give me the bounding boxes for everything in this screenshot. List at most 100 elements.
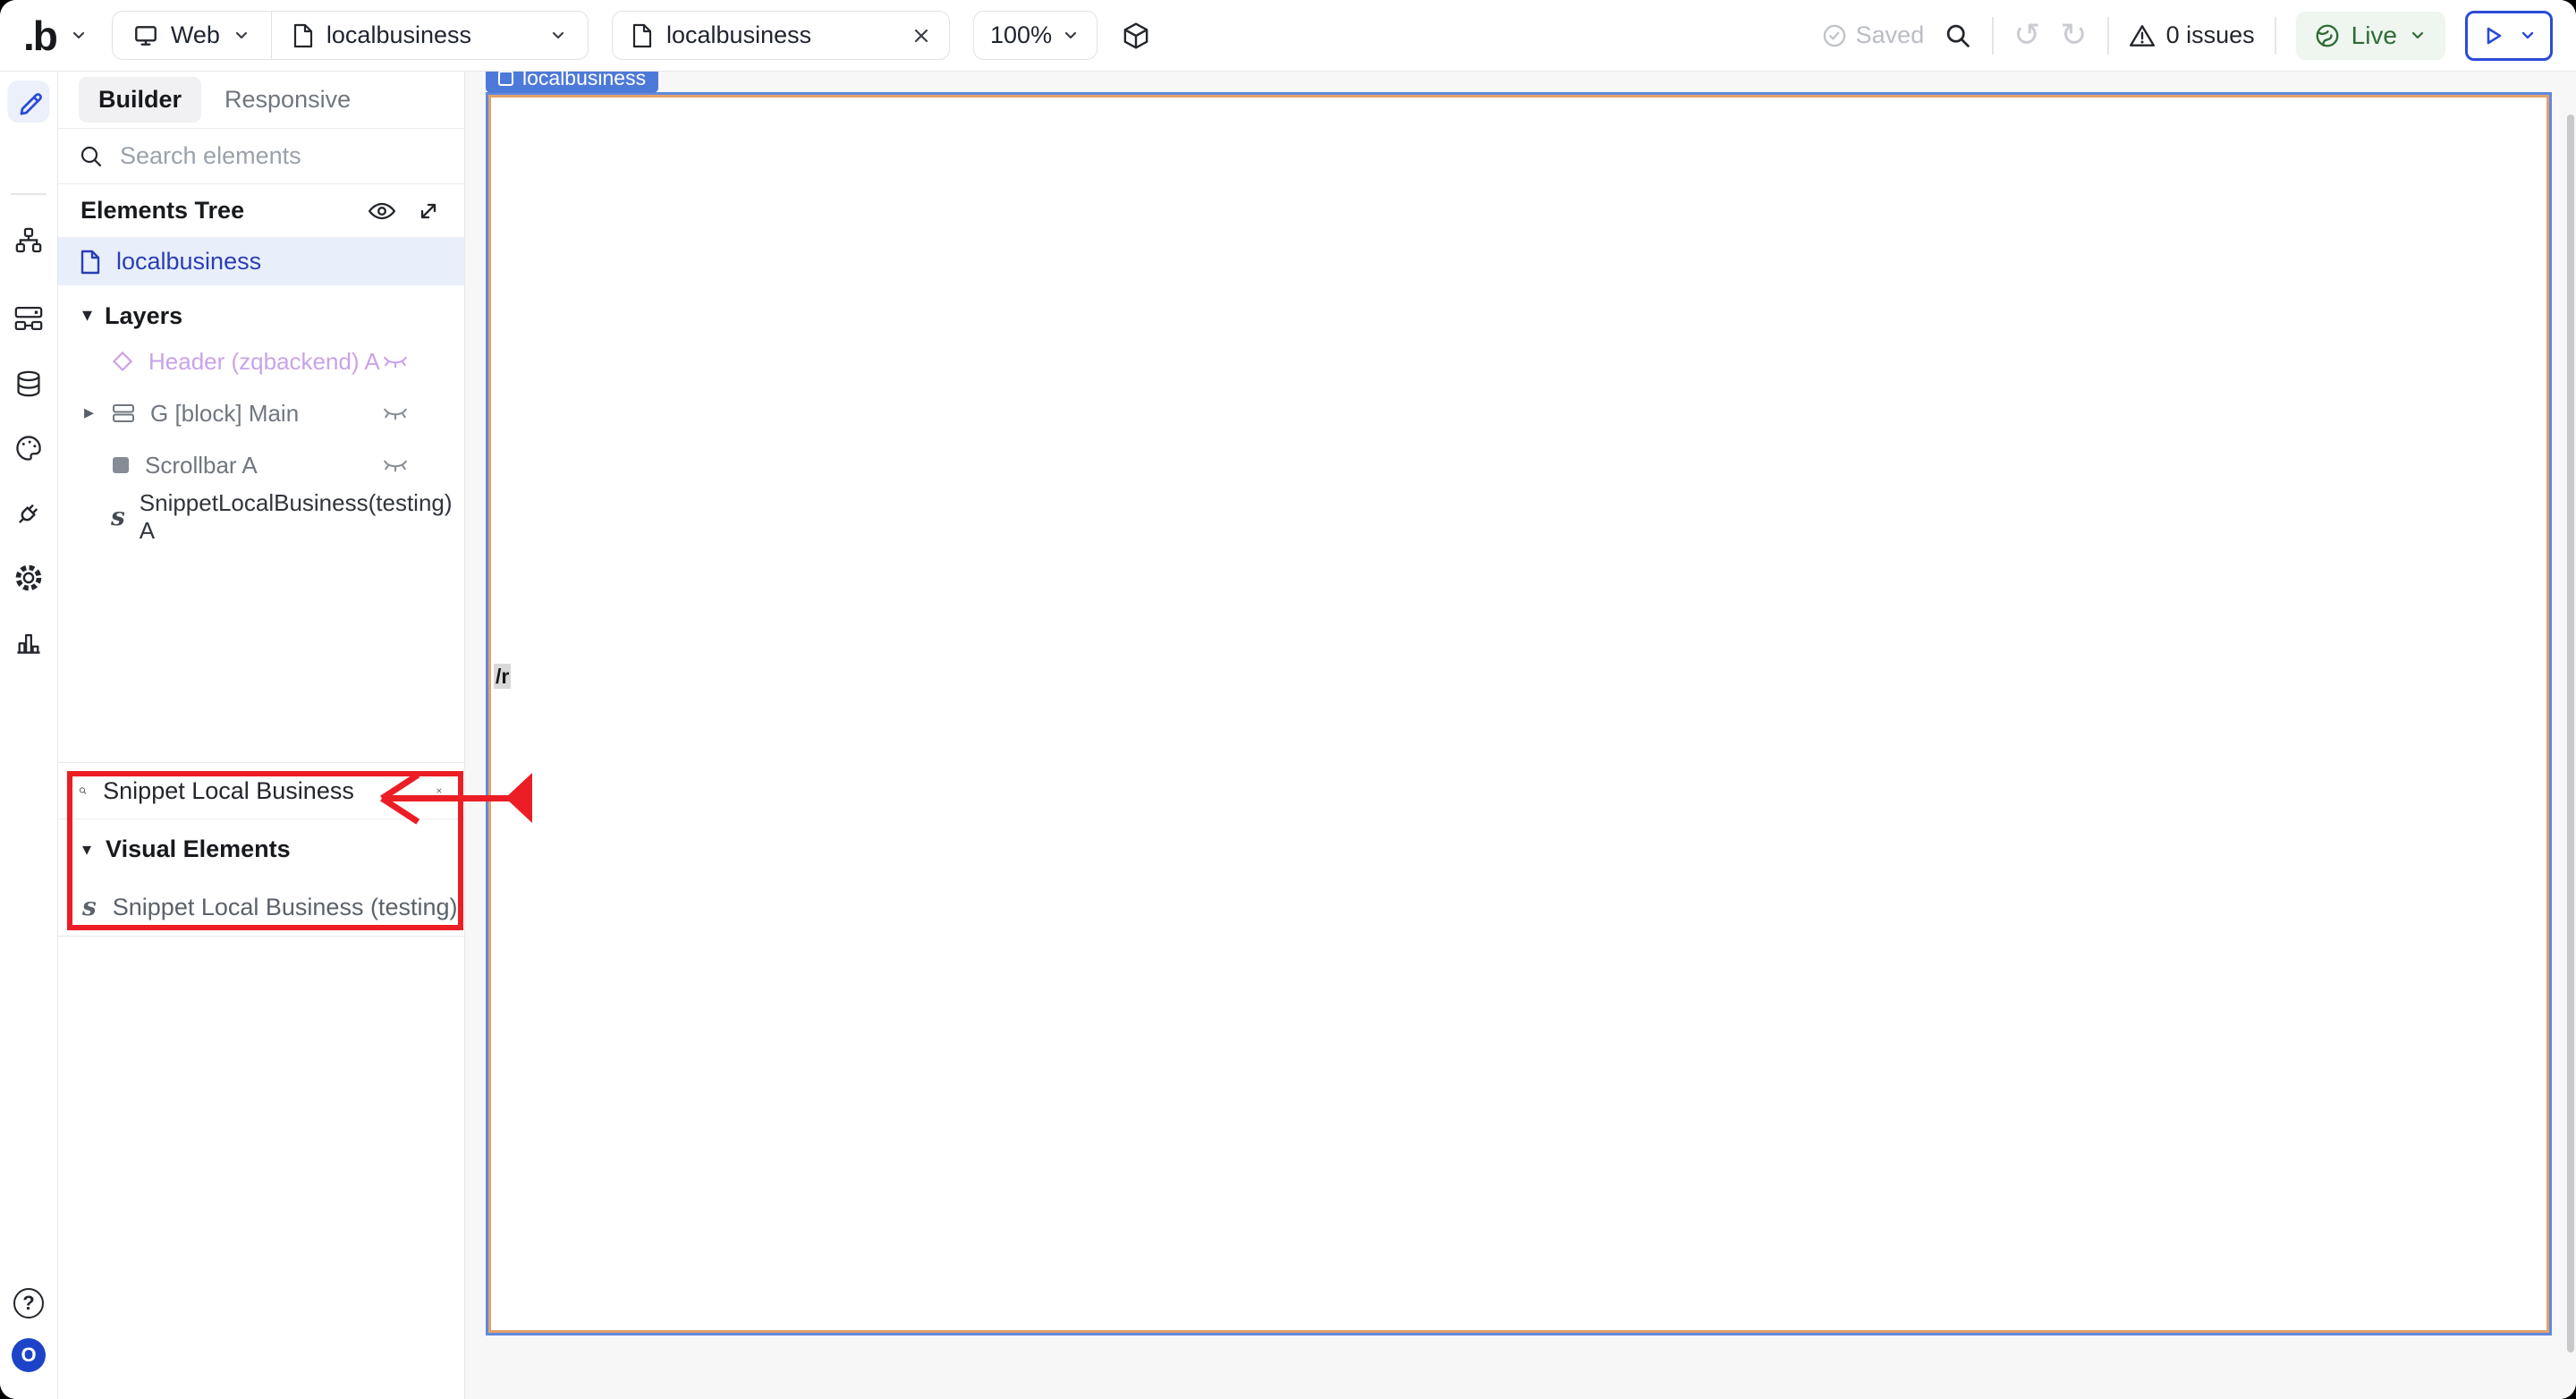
search-result-label: Snippet Local Business (testing) [113,894,458,921]
undo-button[interactable]: ↺ [2013,20,2040,52]
builder-logo: .b [23,15,56,56]
chevron-down-icon [69,26,89,46]
redo-button[interactable]: ↻ [2060,20,2087,52]
layer-label: SnippetLocalBusiness(testing) A [140,489,464,545]
chevron-down-icon [548,26,568,46]
symbol-icon: s [82,895,97,920]
live-environment-dropdown[interactable]: Live [2296,12,2445,60]
page-dropdown[interactable]: localbusiness [271,12,588,59]
toolbar-divider [2275,17,2276,55]
bar-chart-icon [14,627,43,656]
environment-label: Web [171,21,220,49]
chevron-down-icon [2518,26,2538,46]
live-label: Live [2351,21,2397,50]
save-status-label: Saved [1856,21,1925,49]
search-icon [79,778,87,803]
left-icon-rail: ? O [0,72,58,1399]
canvas-frame[interactable]: /r [486,92,2552,1335]
file-icon [631,22,654,49]
eye-icon[interactable] [368,199,396,223]
builder-logo-menu[interactable]: .b [23,15,89,56]
user-avatar[interactable]: O [12,1338,46,1372]
layer-row-main-block[interactable]: ▸ G [block] Main [57,387,464,439]
layers-title: Layers [105,302,182,330]
insert-search-popup: ▾ Visual Elements s Snippet Local Busine… [57,762,464,937]
sitemap-icon [14,226,43,255]
insights-tool-button[interactable] [14,627,43,656]
builder-app-window: localbusiness /r .b Web [0,0,2576,1399]
close-icon[interactable] [911,26,931,46]
eye-off-icon[interactable] [382,454,409,476]
toolbar-divider [2107,17,2109,55]
elements-search-input[interactable] [118,141,390,171]
open-page-tab[interactable]: localbusiness [612,11,950,60]
expand-icon[interactable] [416,199,441,224]
target-switcher: Web localbusiness [112,11,589,60]
open-page-tab-label: localbusiness [666,21,811,49]
layer-label: Header (zqbackend) A [148,348,380,376]
elements-tree-header: Elements Tree [57,184,464,238]
layer-row-scrollbar[interactable]: Scrollbar A [57,439,464,491]
search-icon [79,144,104,169]
canvas-vertical-scrollbar[interactable] [2567,114,2574,1352]
layer-row-snippet[interactable]: s SnippetLocalBusiness(testing) A [57,491,464,543]
data-tool-button[interactable] [14,369,43,398]
tab-responsive[interactable]: Responsive [225,86,351,114]
eye-off-icon[interactable] [382,403,409,424]
search-result-snippet-local-business[interactable]: s Snippet Local Business (testing) [57,878,464,936]
layer-label: G [block] Main [150,400,299,428]
help-button[interactable]: ? [13,1288,44,1318]
gear-icon [13,563,44,593]
issues-indicator[interactable]: 0 issues [2129,21,2255,49]
issues-count-label: 0 issues [2166,21,2255,49]
palette-icon [14,434,43,462]
settings-tool-button[interactable] [13,563,44,593]
blocks-icon [13,305,44,332]
plug-icon [13,498,44,529]
zoom-level-dropdown[interactable]: 100% [973,11,1097,60]
structure-tool-button[interactable] [14,226,43,255]
styles-tool-button[interactable] [14,434,43,462]
caret-down-icon: ▾ [82,840,91,858]
components-cube-icon[interactable] [1121,21,1151,51]
square-icon [111,455,131,475]
page-dropdown-label: localbusiness [326,21,471,49]
warning-triangle-icon [2129,23,2156,48]
eye-off-icon[interactable] [382,351,409,372]
elements-panel: Builder Responsive Elements Tree [57,72,465,1399]
integrations-tool-button[interactable] [13,498,44,529]
tree-item-localbusiness[interactable]: localbusiness [57,238,464,285]
visual-elements-section-header[interactable]: ▾ Visual Elements [57,819,464,878]
check-circle-icon [1822,23,1847,48]
tab-builder[interactable]: Builder [79,77,201,123]
caret-down-icon: ▾ [82,306,92,326]
layer-row-header[interactable]: Header (zqbackend) A [57,335,464,387]
search-icon[interactable] [1944,21,1972,50]
visual-elements-title: Visual Elements [106,835,291,863]
annotation-arrow-triangle [505,773,532,823]
layers-header[interactable]: ▾ Layers [57,296,464,335]
save-status: Saved [1822,21,1925,49]
edit-tool-button[interactable] [8,81,50,123]
play-icon [2480,23,2505,48]
pencil-icon [14,88,43,116]
database-icon [14,369,43,398]
elements-search-row [57,129,464,184]
top-toolbar: .b Web [0,0,2576,72]
popup-search-input[interactable] [101,776,421,806]
caret-right-icon[interactable]: ▸ [84,403,94,423]
chevron-down-icon [1061,26,1080,46]
content-blocks-button[interactable] [13,305,44,332]
toolbar-divider [1992,17,1994,55]
chevron-down-icon [232,26,251,46]
zoom-level-value: 100% [990,21,1052,49]
rail-divider [11,193,47,195]
preview-play-button[interactable] [2465,11,2553,61]
file-icon [79,249,102,276]
avatar-initial: O [12,1338,46,1372]
canvas-clipped-text: /r [494,664,511,689]
file-icon [292,22,315,49]
page-tag-square-icon [498,71,513,86]
environment-dropdown[interactable]: Web [113,12,271,59]
rows-icon [111,402,136,425]
